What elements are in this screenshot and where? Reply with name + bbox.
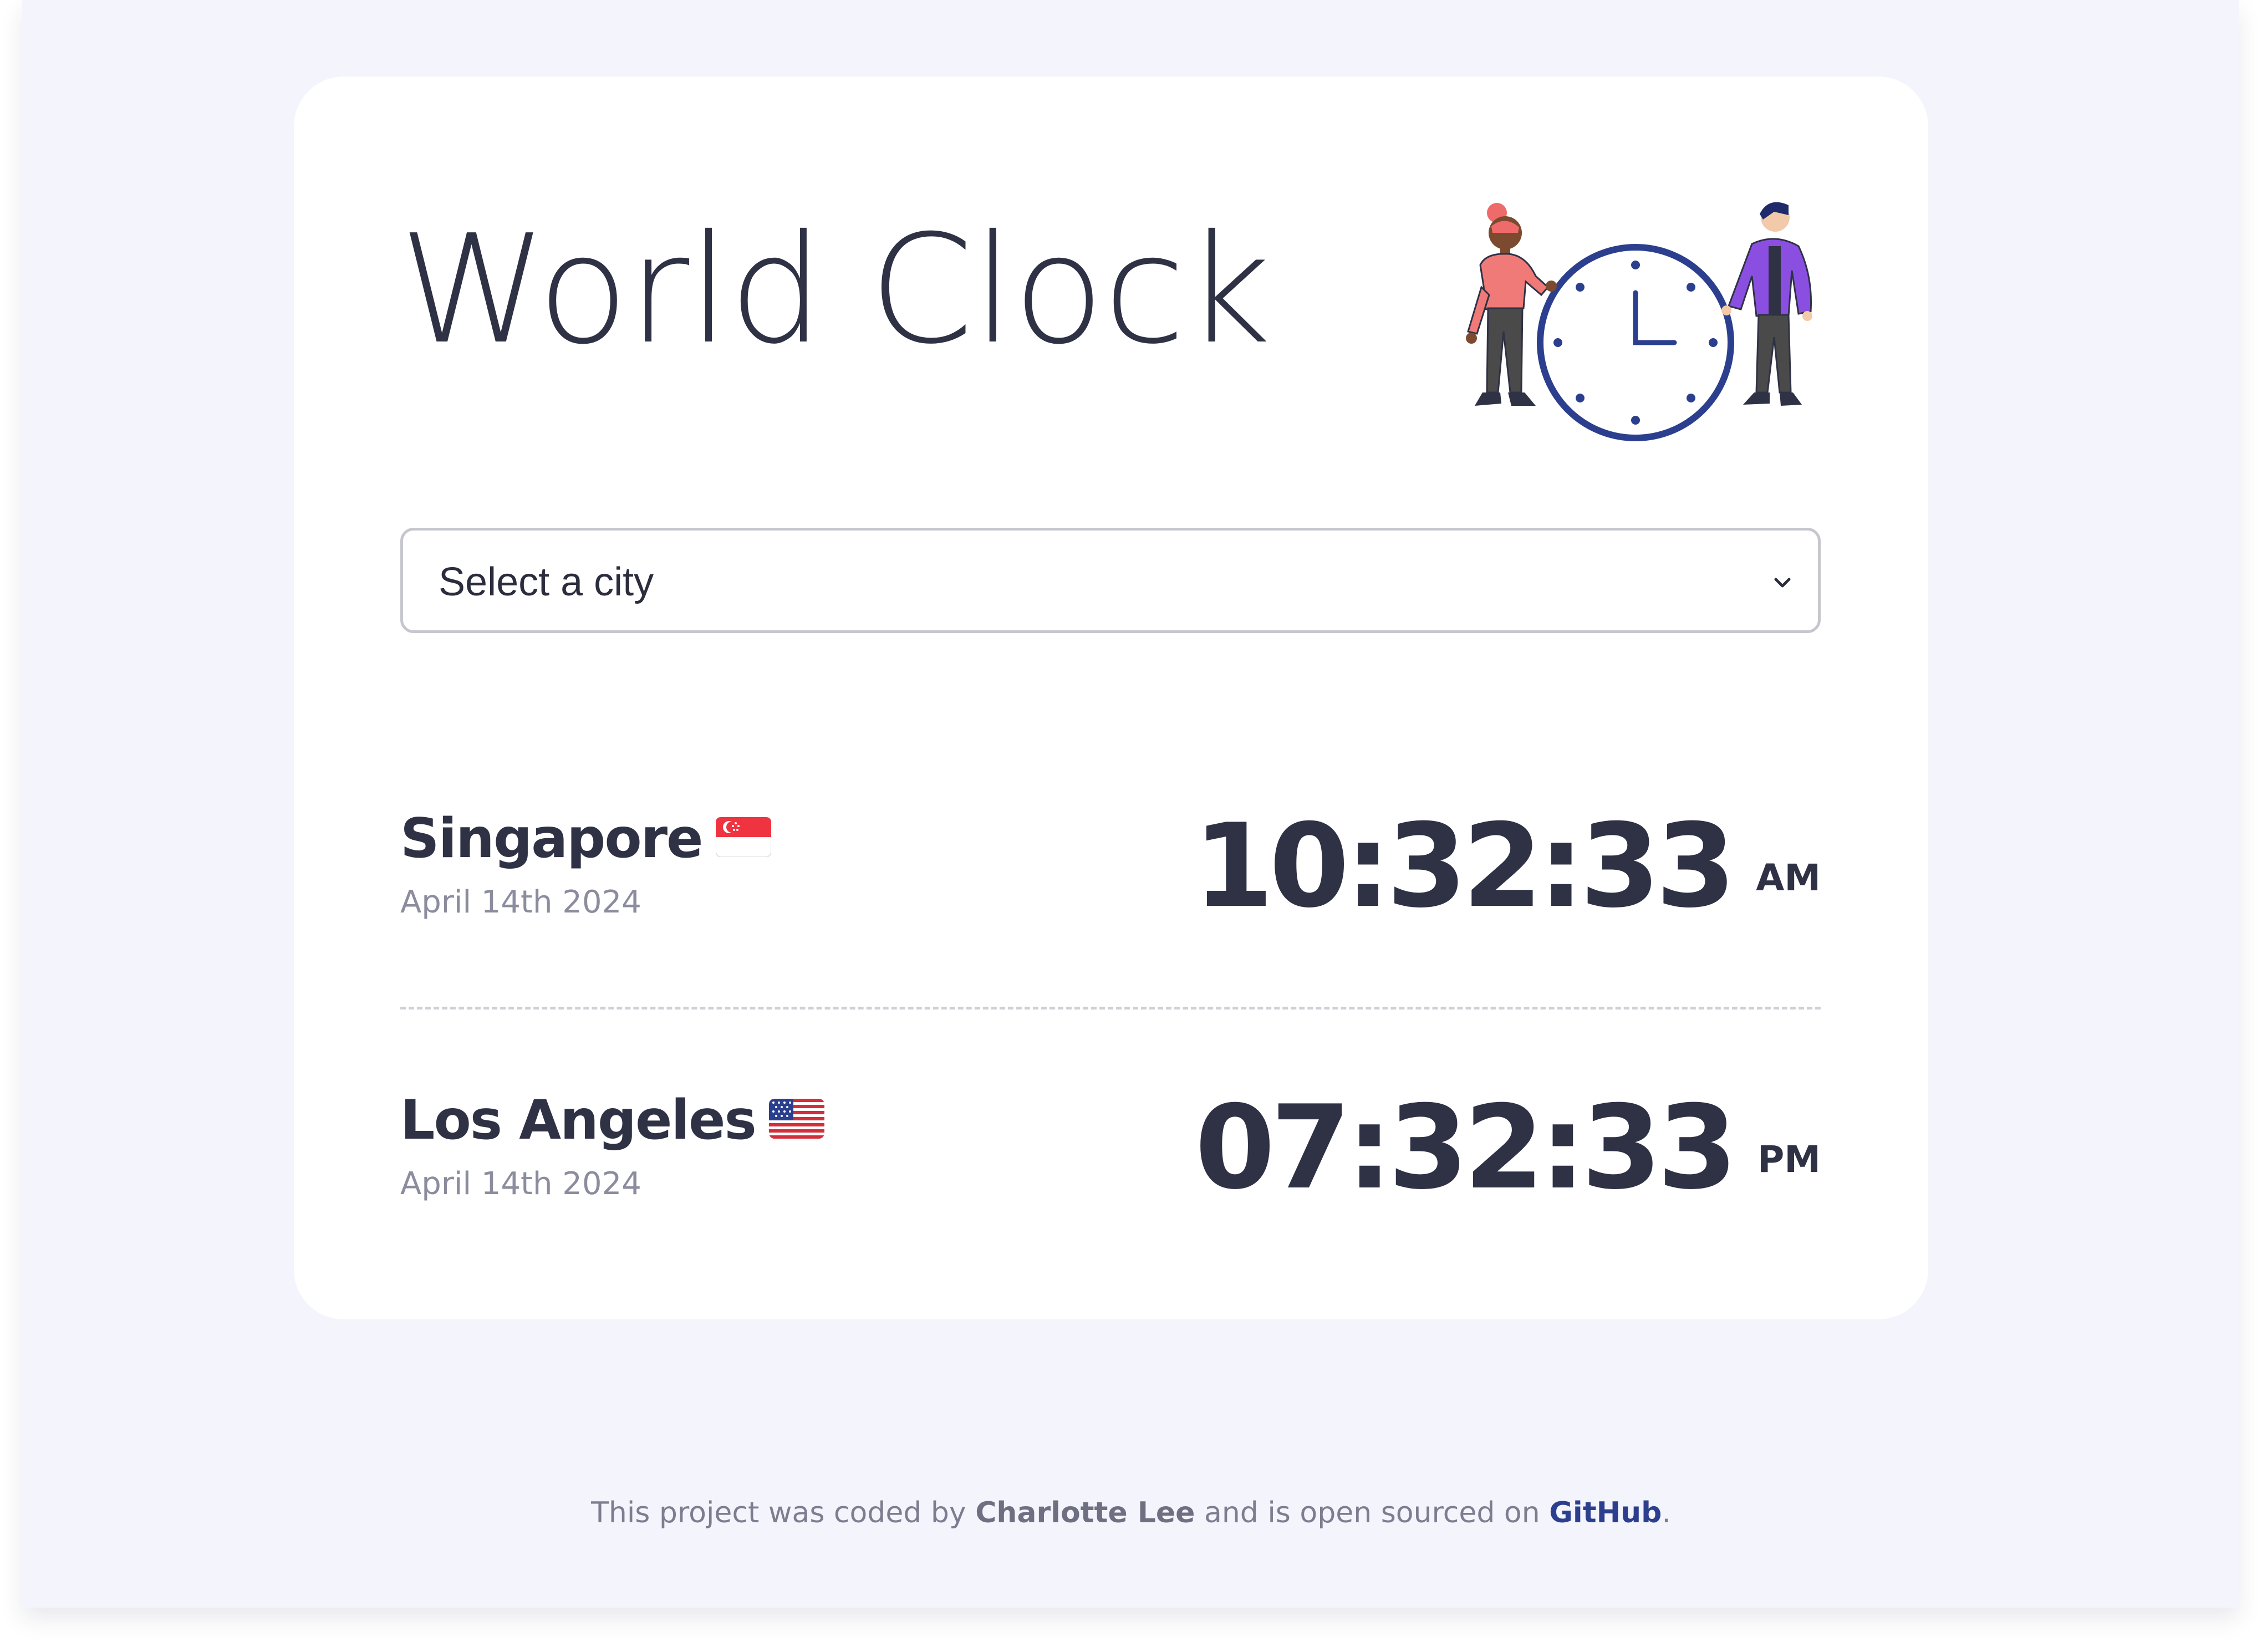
row-divider (400, 1007, 1821, 1009)
footer-prefix-text: This project was coded by (591, 1496, 966, 1529)
github-link[interactable]: GitHub (1549, 1496, 1662, 1529)
clock-icon (1537, 244, 1734, 441)
page-title: World Clock (399, 202, 1271, 377)
city-time: 10:32:33 (1193, 799, 1736, 934)
city-time-period: PM (1757, 1138, 1821, 1181)
footer-author: Charlotte Lee (975, 1496, 1195, 1529)
city-time-period: AM (1756, 856, 1821, 899)
city-name-line: Los Angeles (400, 1087, 824, 1154)
footer-middle-text: and is open sourced on (1204, 1496, 1540, 1529)
city-time-block: 10:32:33 AM (1194, 805, 1821, 927)
footer: This project was coded by Charlotte Lee … (0, 1493, 2262, 1532)
city-time-block: 07:32:33 PM (1195, 1087, 1821, 1209)
two-people-with-clock-illustration (1466, 202, 1812, 441)
usa-flag-icon (768, 1099, 824, 1139)
city-row: Singapore April 14th 2024 10:32:33 AM (400, 805, 1821, 972)
singapore-flag-icon (715, 817, 771, 858)
city-name: Singapore (400, 807, 703, 870)
footer-suffix: . (1662, 1496, 1671, 1529)
city-date: April 14th 2024 (400, 884, 641, 920)
chevron-down-icon (1774, 578, 1791, 588)
city-time: 07:32:33 (1195, 1081, 1738, 1215)
man-figure (1721, 202, 1812, 406)
city-select-dropdown[interactable]: Select a city (400, 528, 1821, 633)
city-name-line: Singapore (400, 805, 771, 872)
city-date: April 14th 2024 (400, 1166, 641, 1202)
city-name: Los Angeles (400, 1089, 757, 1152)
city-row: Los Angeles April 14th 2024 07:32:33 PM (400, 1087, 1821, 1253)
city-select-value: Select a city (439, 560, 654, 604)
world-clock-card: World Clock Select a city Singapore Apri… (294, 77, 1928, 1319)
